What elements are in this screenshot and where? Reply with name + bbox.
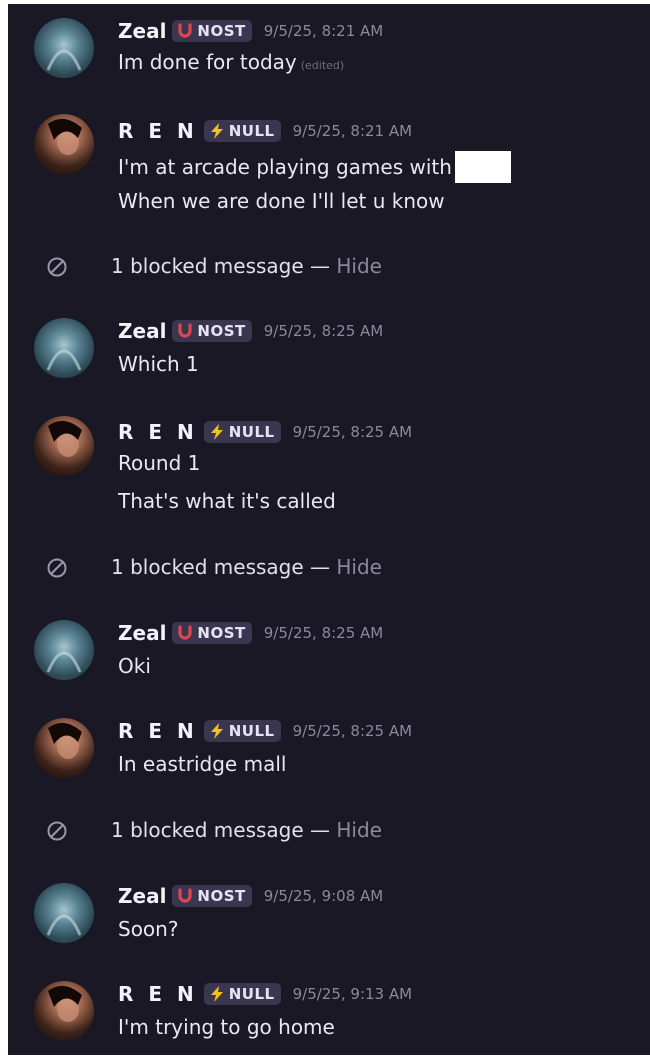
message-item[interactable]: R E N NULL 9/5/25, 8:25 AM Round 1 That'… <box>8 402 650 542</box>
redacted-box <box>454 151 511 183</box>
role-tag-label: NULL <box>228 722 275 740</box>
blocked-circle-icon <box>47 558 67 578</box>
lightning-bolt-icon <box>210 424 223 440</box>
hide-blocked-link[interactable]: Hide <box>336 555 382 579</box>
edited-label: (edited) <box>300 59 345 72</box>
role-tag-label: NOST <box>197 624 246 642</box>
username[interactable]: Zeal <box>118 19 166 43</box>
hide-blocked-link[interactable]: Hide <box>336 818 382 842</box>
role-tag[interactable]: NULL <box>203 120 281 142</box>
message-item[interactable]: R E N NULL 9/5/25, 8:25 AM In eastridge … <box>8 704 650 804</box>
role-tag-label: NULL <box>228 423 275 441</box>
timestamp: 9/5/25, 8:25 AM <box>263 322 384 340</box>
red-horseshoe-icon <box>178 625 193 640</box>
timestamp: 9/5/25, 8:21 AM <box>292 122 413 140</box>
timestamp: 9/5/25, 8:25 AM <box>263 624 384 642</box>
message-item[interactable]: R E N NULL 9/5/25, 8:21 AM I'm at arcade… <box>8 100 650 240</box>
avatar[interactable] <box>34 114 94 174</box>
blocked-message-notice: 1 blocked message — Hide <box>8 808 650 854</box>
timestamp: 9/5/25, 8:21 AM <box>263 22 384 40</box>
timestamp: 9/5/25, 8:25 AM <box>292 722 413 740</box>
role-tag-label: NOST <box>197 22 246 40</box>
username[interactable]: Zeal <box>118 319 166 343</box>
role-tag[interactable]: NULL <box>203 720 281 742</box>
role-tag[interactable]: NOST <box>172 622 252 644</box>
red-horseshoe-icon <box>178 888 193 903</box>
timestamp: 9/5/25, 9:08 AM <box>263 887 384 905</box>
chat-message-list: Zeal NOST 9/5/25, 8:21 AM Im done for to… <box>8 4 650 1055</box>
lightning-bolt-icon <box>210 723 223 739</box>
role-tag-label: NOST <box>197 887 246 905</box>
role-tag-label: NULL <box>228 122 275 140</box>
message-item[interactable]: Zeal NOST 9/5/25, 8:21 AM Im done for to… <box>8 4 650 98</box>
avatar[interactable] <box>34 318 94 378</box>
avatar[interactable] <box>34 718 94 778</box>
avatar[interactable] <box>34 18 94 78</box>
message-item[interactable]: Zeal NOST 9/5/25, 8:25 AM Which 1 <box>8 304 650 398</box>
role-tag-label: NULL <box>228 985 275 1003</box>
role-tag[interactable]: NOST <box>172 320 252 342</box>
message-item[interactable]: R E N NULL 9/5/25, 9:13 AM I'm trying to… <box>8 967 650 1055</box>
role-tag-label: NOST <box>197 322 246 340</box>
username[interactable]: R E N <box>118 982 198 1006</box>
message-text: Which 1 <box>118 352 199 376</box>
avatar[interactable] <box>34 620 94 680</box>
hide-blocked-link[interactable]: Hide <box>336 254 382 278</box>
blocked-circle-icon <box>47 257 67 277</box>
message-text: I'm at arcade playing games with <box>118 151 511 183</box>
timestamp: 9/5/25, 9:13 AM <box>292 985 413 1003</box>
role-tag[interactable]: NULL <box>203 421 281 443</box>
avatar[interactable] <box>34 883 94 943</box>
username[interactable]: R E N <box>118 420 198 444</box>
avatar[interactable] <box>34 981 94 1041</box>
username[interactable]: Zeal <box>118 621 166 645</box>
message-text: That's what it's called <box>118 489 336 513</box>
timestamp: 9/5/25, 8:25 AM <box>292 423 413 441</box>
blocked-message-notice: 1 blocked message — Hide <box>8 244 650 290</box>
role-tag[interactable]: NOST <box>172 885 252 907</box>
message-item[interactable]: Zeal NOST 9/5/25, 9:08 AM Soon? <box>8 869 650 963</box>
message-text: In eastridge mall <box>118 752 287 776</box>
lightning-bolt-icon <box>210 123 223 139</box>
username[interactable]: Zeal <box>118 884 166 908</box>
message-text: Soon? <box>118 917 179 941</box>
message-text: When we are done I'll let u know <box>118 189 445 213</box>
message-text: Oki <box>118 654 151 678</box>
role-tag[interactable]: NOST <box>172 20 252 42</box>
blocked-circle-icon <box>47 821 67 841</box>
message-text: Round 1 <box>118 451 201 475</box>
message-item[interactable]: Zeal NOST 9/5/25, 8:25 AM Oki <box>8 606 650 700</box>
blocked-message-notice: 1 blocked message — Hide <box>8 545 650 591</box>
role-tag[interactable]: NULL <box>203 983 281 1005</box>
username[interactable]: R E N <box>118 119 198 143</box>
red-horseshoe-icon <box>178 23 193 38</box>
avatar[interactable] <box>34 416 94 476</box>
message-text: I'm trying to go home <box>118 1015 335 1039</box>
lightning-bolt-icon <box>210 986 223 1002</box>
username[interactable]: R E N <box>118 719 198 743</box>
message-text: Im done for today (edited) <box>118 50 345 74</box>
red-horseshoe-icon <box>178 323 193 338</box>
